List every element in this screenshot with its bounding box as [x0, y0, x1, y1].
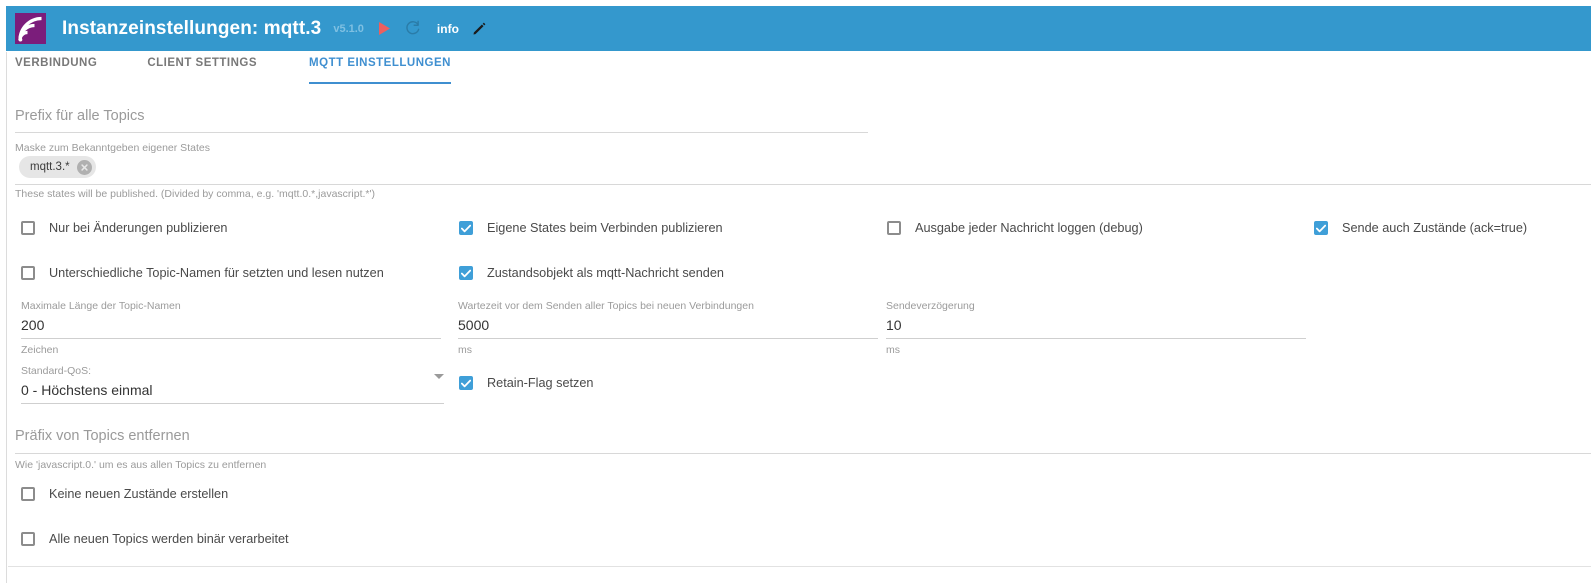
checkbox-label: Sende auch Zustände (ack=true) — [1342, 221, 1528, 235]
bottom-divider — [8, 566, 1591, 567]
refresh-icon[interactable] — [404, 18, 421, 40]
field-unit: Zeichen — [21, 344, 59, 356]
select-value[interactable]: 0 - Höchstens einmal — [21, 382, 444, 398]
tab-label: VERBINDUNG — [15, 57, 98, 69]
chevron-down-icon[interactable] — [434, 374, 444, 379]
field-max-topic-length: Maximale Länge der Topic-Namen 200 Zeich… — [21, 300, 441, 356]
checkbox-label: Keine neuen Zustände erstellen — [49, 487, 229, 501]
field-send-delay: Sendeverzögerung 10 ms — [886, 300, 1306, 356]
checkbox-box-icon — [21, 266, 35, 280]
app-header: Instanzeinstellungen: mqtt.3 v5.1.0 info — [6, 6, 1591, 51]
field-underline — [458, 338, 878, 339]
checkbox-all-topics-binary[interactable]: Alle neuen Topics werden binär verarbeit… — [21, 532, 289, 546]
edit-pencil-icon[interactable] — [472, 18, 487, 40]
tab-mqtt-einstellungen[interactable]: MQTT EINSTELLUNGEN — [309, 51, 451, 84]
field-label: Maximale Länge der Topic-Namen — [21, 300, 181, 312]
topic-mask-chip[interactable]: mqtt.3.* — [19, 156, 96, 178]
checkbox-box-icon — [887, 221, 901, 235]
remove-prefix-helper-text: Wie 'javascript.0.' um es aus allen Topi… — [15, 459, 267, 471]
chip-remove-icon[interactable] — [76, 159, 92, 175]
checkbox-box-icon — [21, 532, 35, 546]
field-underline — [21, 338, 441, 339]
checkbox-box-icon — [459, 221, 473, 235]
checkbox-log-every-message[interactable]: Ausgabe jeder Nachricht loggen (debug) — [887, 221, 1143, 235]
tab-verbindung[interactable]: VERBINDUNG — [15, 51, 97, 81]
field-value[interactable]: 200 — [21, 317, 441, 333]
checkbox-label: Alle neuen Topics werden binär verarbeit… — [49, 532, 289, 546]
field-wait-before-send: Wartezeit vor dem Senden aller Topics be… — [458, 300, 878, 356]
active-tab-indicator — [309, 82, 451, 84]
checkbox-label: Retain-Flag setzen — [487, 376, 594, 390]
section-heading-remove-prefix: Präfix von Topics entfernen — [15, 428, 190, 444]
field-value[interactable]: 5000 — [458, 317, 878, 333]
field-label: Wartezeit vor dem Senden aller Topics be… — [458, 300, 754, 312]
select-underline — [21, 403, 444, 404]
tab-client-settings[interactable]: CLIENT SETTINGS — [147, 51, 257, 81]
instance-settings-page: Instanzeinstellungen: mqtt.3 v5.1.0 info… — [0, 0, 1591, 583]
settings-content: Prefix für alle Topics Maske zum Bekannt… — [7, 88, 1591, 583]
checkbox-label: Unterschiedliche Topic-Namen für setzten… — [49, 266, 384, 280]
field-default-qos[interactable]: Standard-QoS: 0 - Höchstens einmal — [21, 365, 444, 404]
info-link[interactable]: info — [437, 22, 459, 36]
checkbox-publish-own-states-on-connect[interactable]: Eigene States beim Verbinden publizieren — [459, 221, 723, 235]
field-label: Sendeverzögerung — [886, 300, 975, 312]
prefix-section-divider — [15, 184, 1591, 185]
checkbox-box-icon — [459, 376, 473, 390]
checkbox-box-icon — [459, 266, 473, 280]
checkbox-label: Ausgabe jeder Nachricht loggen (debug) — [915, 221, 1143, 235]
field-value[interactable]: 10 — [886, 317, 1306, 333]
checkbox-label: Zustandsobjekt als mqtt-Nachricht senden — [487, 266, 724, 280]
checkbox-box-icon — [21, 221, 35, 235]
tab-bar: VERBINDUNG CLIENT SETTINGS MQTT EINSTELL… — [7, 51, 1591, 84]
checkbox-label: Eigene States beim Verbinden publizieren — [487, 221, 723, 235]
checkbox-send-ack-states[interactable]: Sende auch Zustände (ack=true) — [1314, 221, 1527, 235]
checkbox-publish-only-on-change[interactable]: Nur bei Änderungen publizieren — [21, 221, 227, 235]
tab-label: MQTT EINSTELLUNGEN — [309, 57, 451, 69]
field-unit: ms — [458, 344, 472, 356]
field-unit: ms — [886, 344, 900, 356]
field-underline — [886, 338, 1306, 339]
checkbox-set-retain-flag[interactable]: Retain-Flag setzen — [459, 376, 594, 390]
section-heading-prefix: Prefix für alle Topics — [15, 108, 145, 124]
chip-label: mqtt.3.* — [30, 161, 70, 173]
adapter-version: v5.1.0 — [333, 22, 364, 35]
remove-prefix-input-underline — [15, 453, 1591, 454]
prefix-input-underline — [15, 132, 868, 133]
checkbox-different-topic-names[interactable]: Unterschiedliche Topic-Namen für setzten… — [21, 266, 384, 280]
checkbox-box-icon — [1314, 221, 1328, 235]
select-label: Standard-QoS: — [21, 365, 92, 377]
tab-label: CLIENT SETTINGS — [147, 57, 258, 69]
checkbox-state-object-as-message[interactable]: Zustandsobjekt als mqtt-Nachricht senden — [459, 266, 724, 280]
checkbox-box-icon — [21, 487, 35, 501]
mqtt-adapter-logo-icon — [15, 13, 46, 44]
page-title: Instanzeinstellungen: mqtt.3 — [62, 17, 322, 39]
checkbox-label: Nur bei Änderungen publizieren — [49, 221, 228, 235]
prefix-helper-text: These states will be published. (Divided… — [15, 188, 375, 200]
checkbox-no-new-states[interactable]: Keine neuen Zustände erstellen — [21, 487, 228, 501]
mask-field-label: Maske zum Bekanntgeben eigener States — [15, 142, 210, 154]
start-play-icon[interactable] — [378, 18, 391, 40]
